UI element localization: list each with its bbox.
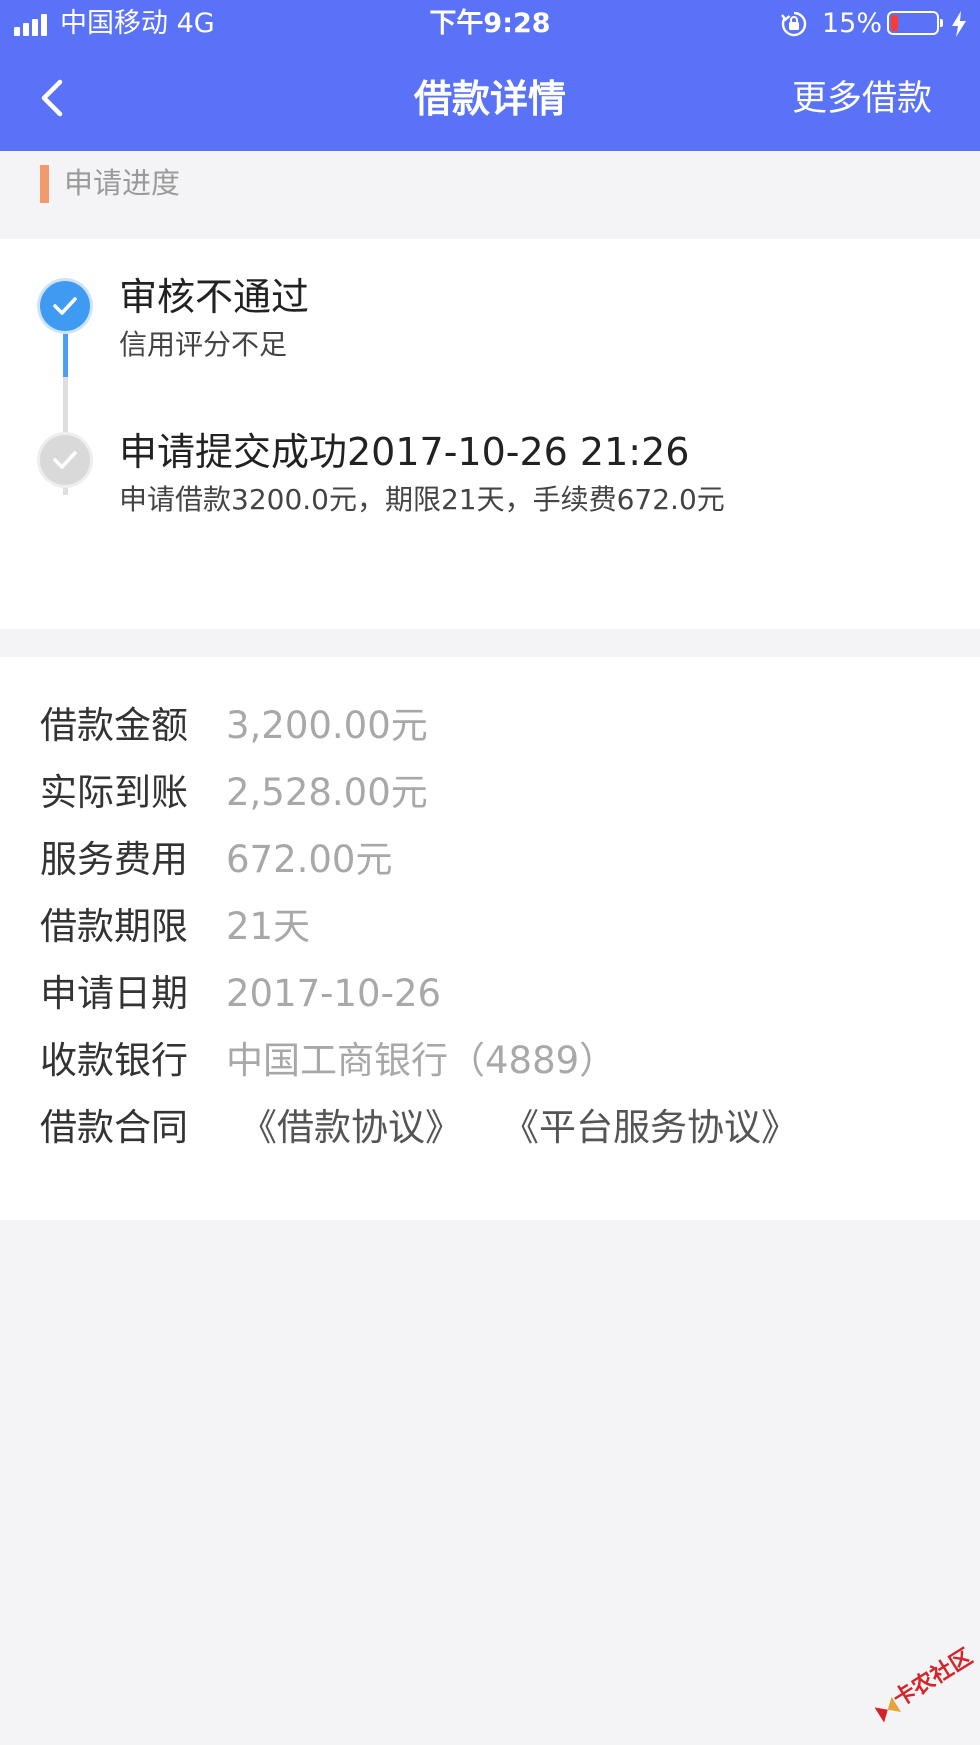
detail-label: 借款金额 [40, 704, 188, 747]
detail-value: 2,528.00元 [226, 771, 428, 814]
more-loans-button[interactable]: 更多借款 [792, 48, 932, 151]
progress-section-header: 申请进度 [0, 151, 980, 239]
progress-card: 审核不通过 信用评分不足 申请提交成功2017-10-26 21:26 申请借款… [0, 239, 980, 629]
step-status-dot-active [40, 281, 90, 331]
detail-label: 申请日期 [40, 972, 188, 1015]
battery-level-fill [891, 15, 898, 31]
detail-value: 672.00元 [226, 838, 393, 881]
status-bar: 中国移动 4G 下午9:28 15% [0, 0, 980, 48]
watermark: 卡农社区 [862, 1635, 980, 1744]
watermark-text: 卡农社区 [889, 1644, 978, 1713]
step-subtitle-submitted: 申请借款3200.0元，期限21天，手续费672.0元 [119, 483, 725, 516]
step-status-dot-inactive [40, 435, 90, 485]
detail-label: 借款期限 [40, 905, 188, 948]
battery-percent: 15% [822, 8, 883, 39]
detail-label: 服务费用 [40, 838, 188, 881]
loan-agreement-link[interactable]: 《借款协议》 [240, 1095, 462, 1161]
back-button[interactable] [30, 72, 78, 124]
chevron-left-icon [41, 79, 63, 117]
detail-value: 3,200.00元 [226, 704, 428, 747]
section-accent-bar [40, 165, 49, 203]
charging-bolt-icon [952, 11, 966, 37]
detail-row-contract: 借款合同 《借款协议》 《平台服务协议》 [40, 1095, 960, 1161]
detail-value: 中国工商银行（4889） [226, 1039, 617, 1082]
detail-value: 2017-10-26 [226, 972, 442, 1015]
checkmark-icon [53, 297, 77, 315]
rotation-lock-icon [781, 11, 807, 37]
detail-label: 收款银行 [40, 1039, 188, 1082]
detail-label: 借款合同 [40, 1106, 188, 1149]
loan-details-card: 借款金额 3,200.00元 实际到账 2,528.00元 服务费用 672.0… [0, 657, 980, 1220]
detail-row-loan-amount: 借款金额 3,200.00元 [40, 693, 960, 759]
detail-row-apply-date: 申请日期 2017-10-26 [40, 961, 960, 1027]
nav-bar: 借款详情 更多借款 [0, 48, 980, 151]
app-header: 中国移动 4G 下午9:28 15% 借款详情 更多借款 [0, 0, 980, 151]
platform-service-agreement-link[interactable]: 《平台服务协议》 [502, 1095, 798, 1161]
checkmark-icon [53, 451, 77, 469]
section-title: 申请进度 [64, 166, 181, 200]
detail-value: 21天 [226, 905, 311, 948]
detail-row-loan-term: 借款期限 21天 [40, 894, 960, 960]
detail-row-received-amount: 实际到账 2,528.00元 [40, 760, 960, 826]
step-title-review-failed: 审核不通过 [119, 275, 310, 319]
detail-row-receiving-bank: 收款银行 中国工商银行（4889） [40, 1028, 960, 1094]
detail-row-service-fee: 服务费用 672.00元 [40, 827, 960, 893]
step-subtitle-review-failed: 信用评分不足 [119, 328, 288, 361]
battery-icon [887, 11, 943, 35]
detail-label: 实际到账 [40, 771, 188, 814]
step-title-submitted: 申请提交成功2017-10-26 21:26 [119, 430, 690, 474]
